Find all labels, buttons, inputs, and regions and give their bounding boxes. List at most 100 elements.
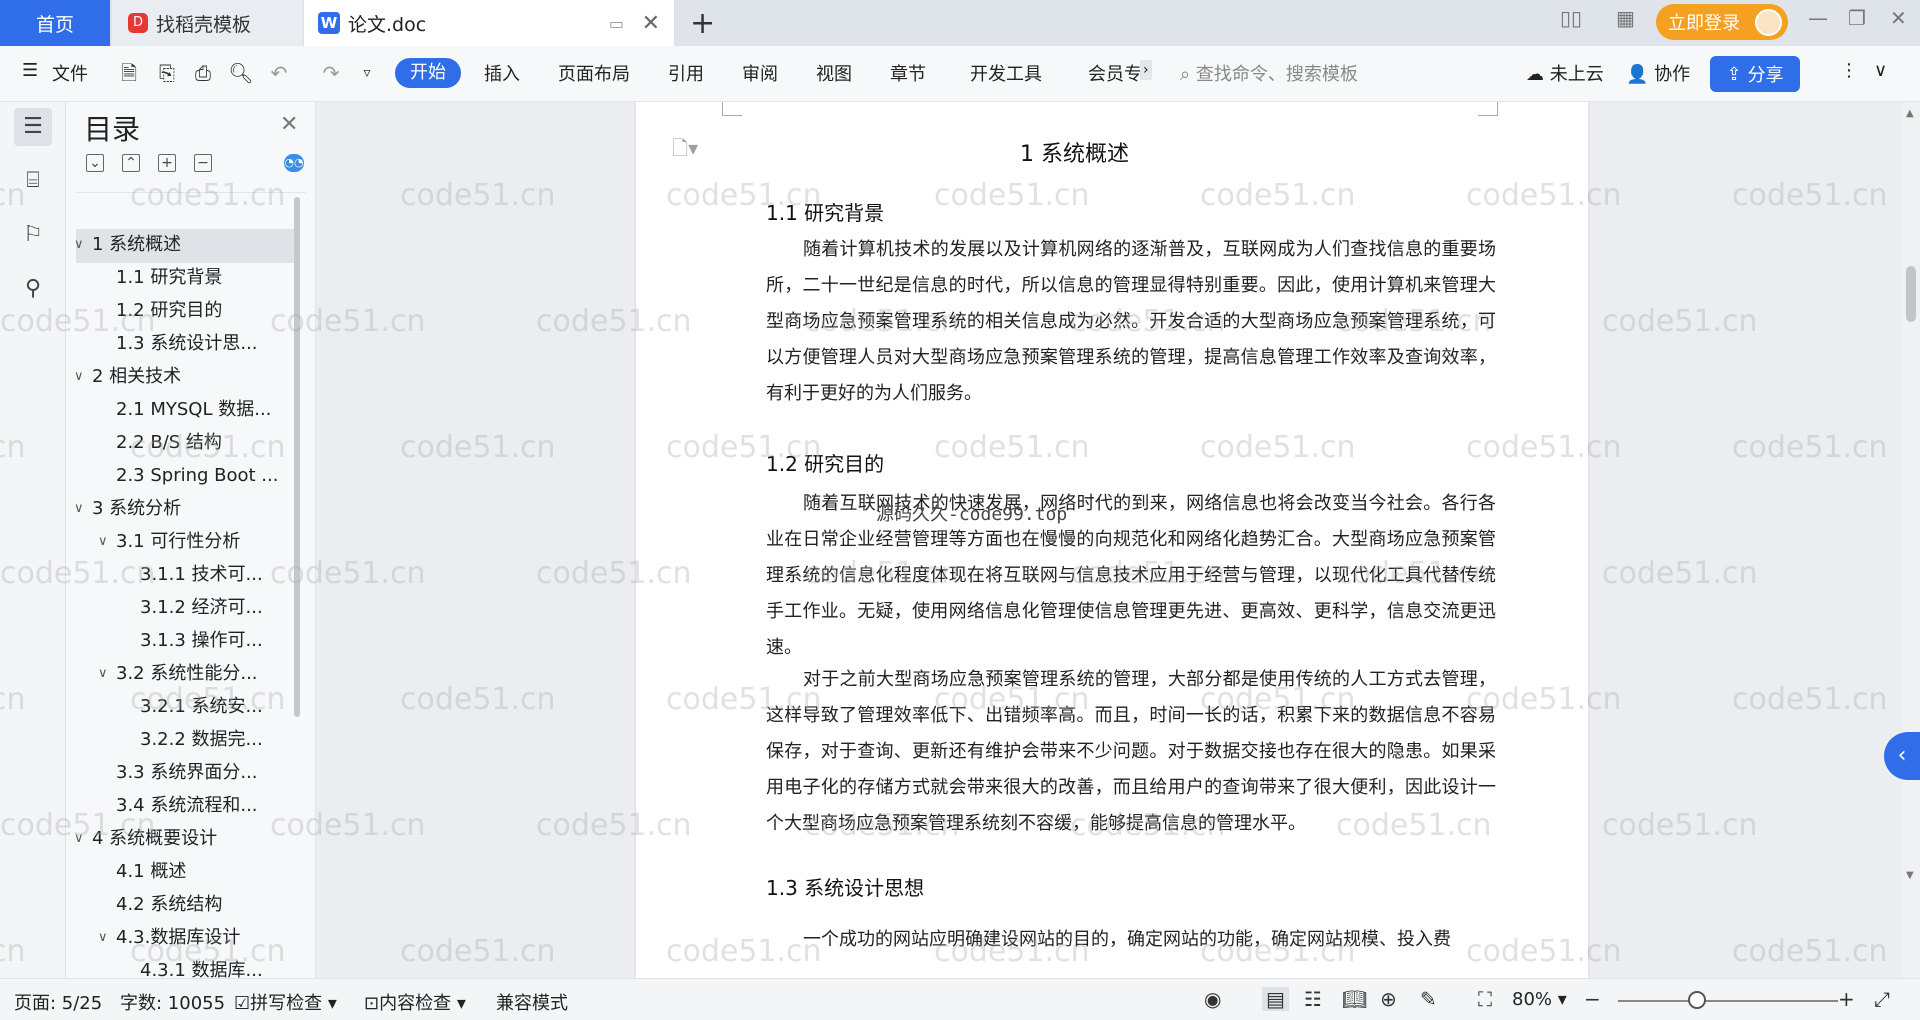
toc-item[interactable]: 3.1.1 技术可... [140, 560, 263, 590]
toc-item[interactable]: 3.1.2 经济可... [140, 593, 263, 623]
toc-panel-icon[interactable]: ☰ [14, 108, 52, 146]
share-button[interactable]: ⇪ 分享 [1710, 56, 1800, 92]
toc-item[interactable]: ∨ 3.1 可行性分析 [98, 527, 240, 557]
write-mode-icon[interactable]: ✎ [1420, 987, 1437, 1011]
save-icon[interactable]: 🗎 [116, 60, 142, 86]
toc-caret-icon[interactable]: ∨ [74, 494, 84, 524]
login-button[interactable]: 立即登录 [1656, 4, 1788, 40]
content-check[interactable]: ⊡内容检查 ▾ [364, 989, 466, 1015]
toc-close-icon[interactable]: ✕ [280, 112, 298, 137]
collapse-ribbon-icon[interactable]: ∨ [1874, 60, 1887, 81]
fullscreen-icon[interactable]: ⤢ [1874, 987, 1890, 1011]
apps-grid-icon[interactable]: ▦ [1616, 6, 1635, 30]
quick-access-dropdown-icon[interactable]: ▿ [354, 60, 380, 86]
bookmark-icon[interactable]: ⚐ [14, 216, 52, 254]
menu-review[interactable]: 审阅 [742, 60, 778, 86]
print-preview-icon[interactable]: 🔍︎ [228, 60, 254, 86]
toc-caret-icon[interactable]: ∨ [98, 527, 108, 557]
toc-item[interactable]: 1.1 研究背景 [116, 263, 222, 293]
toc-item[interactable]: 4.3.1 数据库... [140, 956, 263, 978]
tab-close-icon[interactable]: ✕ [642, 11, 660, 36]
menu-start[interactable]: 开始 [395, 58, 461, 88]
zoom-slider-knob[interactable] [1688, 991, 1706, 1009]
toc-caret-icon[interactable]: ∨ [74, 824, 84, 854]
paragraph-format-icon[interactable]: 🗋▾ [672, 134, 698, 168]
new-tab-button[interactable]: + [690, 6, 715, 41]
toc-item[interactable]: 3.4 系统流程和... [116, 791, 258, 821]
ai-assistant-icon[interactable]: ◔◔ [284, 154, 304, 172]
toc-item[interactable]: 3.1.3 操作可... [140, 626, 263, 656]
toc-item[interactable]: 3.2.1 系统安... [140, 692, 263, 722]
collab-button[interactable]: 👤 协作 [1626, 60, 1690, 86]
close-window-icon[interactable]: ✕ [1890, 6, 1907, 30]
undo-icon[interactable]: ↶ [266, 60, 292, 86]
toc-item[interactable]: 3.3 系统界面分... [116, 758, 258, 788]
tab-float-icon[interactable]: ▭ [609, 14, 624, 33]
toc-caret-icon[interactable]: ∨ [74, 362, 84, 392]
outline-view-icon[interactable]: ☷ [1304, 987, 1322, 1011]
vertical-scrollbar[interactable]: ▲ ▼ [1902, 102, 1920, 978]
zoom-out-icon[interactable]: − [1584, 987, 1601, 1011]
menu-layout[interactable]: 页面布局 [558, 60, 630, 86]
find-icon[interactable]: ⚲ [14, 270, 52, 308]
reading-layout-icon[interactable]: ▯▯ [1560, 6, 1582, 30]
export-pdf-icon[interactable]: ⎘ [154, 60, 180, 86]
toc-item[interactable]: ∨ 3.2 系统性能分... [98, 659, 258, 689]
menu-member[interactable]: 会员专 [1088, 60, 1142, 86]
toc-item[interactable]: 1.2 研究目的 [116, 296, 222, 326]
scroll-up-icon[interactable]: ▲ [1906, 108, 1914, 119]
spell-check[interactable]: ☑拼写检查 ▾ [234, 989, 337, 1015]
page-indicator[interactable]: 页面: 5/25 [14, 989, 102, 1015]
word-count[interactable]: 字数: 10055 [120, 989, 225, 1015]
toc-scrollbar[interactable] [294, 197, 300, 717]
more-options-icon[interactable]: ⋮ [1840, 60, 1858, 81]
scroll-thumb[interactable] [1906, 266, 1916, 322]
collapse-all-icon[interactable]: ⌃ [122, 154, 140, 172]
toc-item[interactable]: 2.3 Spring Boot ... [116, 461, 278, 491]
toc-caret-icon[interactable]: ∨ [98, 923, 108, 953]
zoom-in-icon[interactable]: + [1838, 987, 1855, 1011]
document-page[interactable]: 🗋▾ 1 系统概述 1.1 研究背景 随着计算机技术的发展以及计算机网络的逐渐普… [636, 102, 1588, 978]
toc-item[interactable]: 2.2 B/S 结构 [116, 428, 222, 458]
menu-file[interactable]: 文件 [52, 60, 88, 86]
navigation-icon[interactable]: ⌸ [14, 162, 52, 200]
menu-view[interactable]: 视图 [816, 60, 852, 86]
menu-reference[interactable]: 引用 [668, 60, 704, 86]
toc-item[interactable]: ∨ 3 系统分析 [74, 494, 181, 524]
redo-icon[interactable]: ↷ [318, 60, 344, 86]
reading-view-icon[interactable]: 📖︎ [1342, 987, 1367, 1011]
command-search[interactable]: ⌕ 查找命令、搜索模板 [1180, 60, 1358, 86]
toc-item[interactable]: 4.1 概述 [116, 857, 186, 887]
toc-item[interactable]: ∨ 4.3.数据库设计 [98, 923, 240, 953]
menu-insert[interactable]: 插入 [484, 60, 520, 86]
toc-item[interactable]: ∨ 2 相关技术 [74, 362, 181, 392]
hamburger-icon[interactable]: ☰ [22, 60, 38, 81]
toc-item[interactable]: ∨ 4 系统概要设计 [74, 824, 217, 854]
add-heading-icon[interactable]: + [158, 154, 176, 172]
menu-more-chevron-icon[interactable]: › [1140, 60, 1152, 80]
tab-home[interactable]: 首页 [0, 0, 110, 46]
web-view-icon[interactable]: ⊕ [1380, 987, 1397, 1011]
toc-caret-icon[interactable]: ∨ [98, 659, 108, 689]
toc-caret-icon[interactable]: ∨ [74, 230, 84, 260]
scroll-down-icon[interactable]: ▼ [1906, 870, 1914, 881]
toc-item[interactable]: 1.3 系统设计思... [116, 329, 258, 359]
fit-page-icon[interactable]: ⛶ [1478, 987, 1492, 1011]
cloud-status[interactable]: ☁ 未上云 [1526, 60, 1604, 86]
remove-heading-icon[interactable]: − [194, 154, 212, 172]
zoom-slider[interactable] [1618, 1000, 1838, 1002]
minimize-icon[interactable]: — [1808, 6, 1828, 30]
toc-item[interactable]: ∨ 1 系统概述 [74, 230, 181, 260]
tab-template[interactable]: D 找稻壳模板 [112, 0, 302, 46]
tab-document[interactable]: W 论文.doc ▭ ✕ [304, 0, 674, 46]
expand-all-icon[interactable]: ⌄ [86, 154, 104, 172]
toc-item[interactable]: 2.1 MYSQL 数据... [116, 395, 271, 425]
menu-dev-tools[interactable]: 开发工具 [970, 60, 1042, 86]
toc-item[interactable]: 4.2 系统结构 [116, 890, 222, 920]
zoom-level[interactable]: 80% ▾ [1512, 989, 1567, 1010]
toc-item[interactable]: 3.2.2 数据完... [140, 725, 263, 755]
print-icon[interactable]: ⎙ [190, 60, 216, 86]
document-canvas[interactable]: 🗋▾ 1 系统概述 1.1 研究背景 随着计算机技术的发展以及计算机网络的逐渐普… [316, 102, 1902, 978]
eye-protection-icon[interactable]: ◉ [1204, 987, 1221, 1011]
restore-icon[interactable]: ❐ [1848, 6, 1866, 30]
